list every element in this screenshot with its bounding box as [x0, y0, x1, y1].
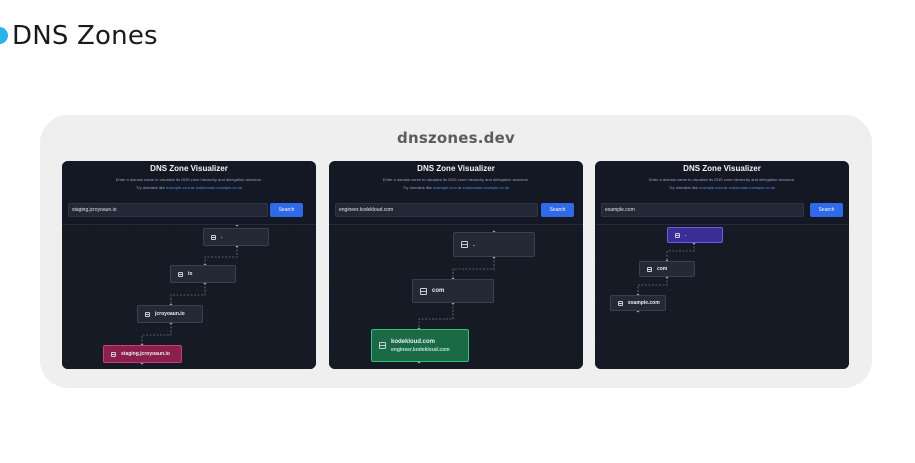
server-icon — [178, 271, 183, 277]
server-icon — [379, 342, 386, 349]
subdomain-link[interactable]: subdomain.example.co.uk — [196, 185, 242, 190]
search-button[interactable]: Search — [810, 203, 843, 217]
panel-hint: Try domains like example.com or subdomai… — [595, 185, 849, 190]
preview-card: dnszones.dev DNS Zone Visualizer Enter a… — [40, 115, 872, 388]
page-title: DNS Zones — [12, 21, 158, 51]
zone-label: staging.jcroyoaun.io — [121, 351, 170, 357]
search-button[interactable]: Search — [541, 203, 574, 217]
zone-label: com — [432, 288, 445, 294]
server-icon — [111, 351, 116, 357]
zone-label: example.com — [628, 300, 660, 306]
panel-title: DNS Zone Visualizer — [417, 164, 495, 173]
connector-root-io — [204, 246, 238, 265]
panel-description: Enter a domain name to visualize its DNS… — [115, 177, 263, 182]
connector-root-com — [666, 243, 695, 261]
panel-header: DNS Zone Visualizer Enter a domain name … — [595, 161, 849, 225]
server-icon — [461, 241, 468, 248]
hint-prefix: Try domains like — [402, 185, 434, 190]
connector-jcroyoaun-staging — [141, 323, 172, 345]
visualizer-panel-1: DNS Zone Visualizer Enter a domain name … — [62, 161, 316, 369]
zone-label: kodekloud.com — [391, 338, 436, 345]
server-icon — [647, 266, 652, 272]
hint-prefix: Try domains like — [668, 185, 700, 190]
zone-label: . — [685, 232, 687, 238]
example-link[interactable]: example.com — [699, 185, 723, 190]
handle-dot — [235, 225, 239, 227]
connector-com-example — [637, 277, 668, 295]
zone-label-group: kodekloud.com engineer.kodekloud.com — [391, 339, 450, 353]
zone-node-root[interactable]: . — [203, 228, 269, 246]
zone-label: . — [221, 234, 223, 240]
zone-node-staging[interactable]: staging.jcroyoaun.io — [103, 345, 182, 363]
zone-node-jcroyoaun[interactable]: jcroyoaun.io — [137, 305, 203, 323]
zone-node-com[interactable]: com — [639, 261, 695, 277]
zone-connectors — [140, 225, 239, 365]
zone-canvas[interactable]: . com kodekloud.com engineer.kodekloud.co… — [329, 225, 583, 369]
subdomain-link[interactable]: subdomain.example.co.uk — [729, 185, 775, 190]
server-icon — [618, 300, 623, 306]
zone-node-root[interactable]: . — [667, 227, 723, 243]
zone-node-kodekloud[interactable]: kodekloud.com engineer.kodekloud.com — [371, 329, 469, 362]
panel-title: DNS Zone Visualizer — [150, 164, 228, 173]
zone-canvas[interactable]: . io jcroyoaun.io staging.jcroyoaun.io — [62, 225, 316, 369]
zone-node-root[interactable]: . — [453, 232, 535, 257]
panel-header: DNS Zone Visualizer Enter a domain name … — [62, 161, 316, 225]
domain-input[interactable]: example.com — [601, 203, 804, 217]
subdomain-link[interactable]: subdomain.example.co.uk — [463, 185, 509, 190]
panel-hint: Try domains like example.com or subdomai… — [62, 185, 316, 190]
logo-icon — [0, 27, 8, 44]
zone-node-com[interactable]: com — [412, 279, 494, 303]
example-link[interactable]: example.com — [433, 185, 457, 190]
site-label: dnszones.dev — [397, 129, 515, 147]
zone-node-example[interactable]: example.com — [610, 295, 666, 311]
example-link[interactable]: example.com — [166, 185, 190, 190]
panel-hint: Try domains like example.com or subdomai… — [329, 185, 583, 190]
connector-io-jcroyoaun — [170, 283, 206, 305]
zone-label: io — [188, 271, 193, 277]
zone-label: . — [473, 241, 475, 248]
zone-node-io[interactable]: io — [170, 265, 236, 283]
search-button[interactable]: Search — [270, 203, 303, 217]
connector-com-kodekloud — [418, 303, 454, 329]
panel-description: Enter a domain name to visualize its DNS… — [648, 177, 796, 182]
server-icon — [211, 234, 216, 240]
domain-input[interactable]: staging.jcroyoaun.io — [68, 203, 268, 217]
server-icon — [145, 311, 150, 317]
zone-sublabel: engineer.kodekloud.com — [391, 346, 450, 353]
panel-title: DNS Zone Visualizer — [683, 164, 761, 173]
zone-label: com — [657, 266, 668, 272]
hint-prefix: Try domains like — [135, 185, 167, 190]
panel-header: DNS Zone Visualizer Enter a domain name … — [329, 161, 583, 225]
visualizer-panel-2: DNS Zone Visualizer Enter a domain name … — [329, 161, 583, 369]
visualizer-panel-3: DNS Zone Visualizer Enter a domain name … — [595, 161, 849, 369]
server-icon — [420, 287, 427, 295]
zone-canvas[interactable]: . com example.com — [595, 225, 849, 369]
panel-description: Enter a domain name to visualize its DNS… — [382, 177, 530, 182]
connector-root-com — [452, 257, 495, 279]
domain-input[interactable]: engineer.kodekloud.com — [335, 203, 538, 217]
server-icon — [675, 232, 680, 238]
zone-label: jcroyoaun.io — [155, 311, 185, 317]
